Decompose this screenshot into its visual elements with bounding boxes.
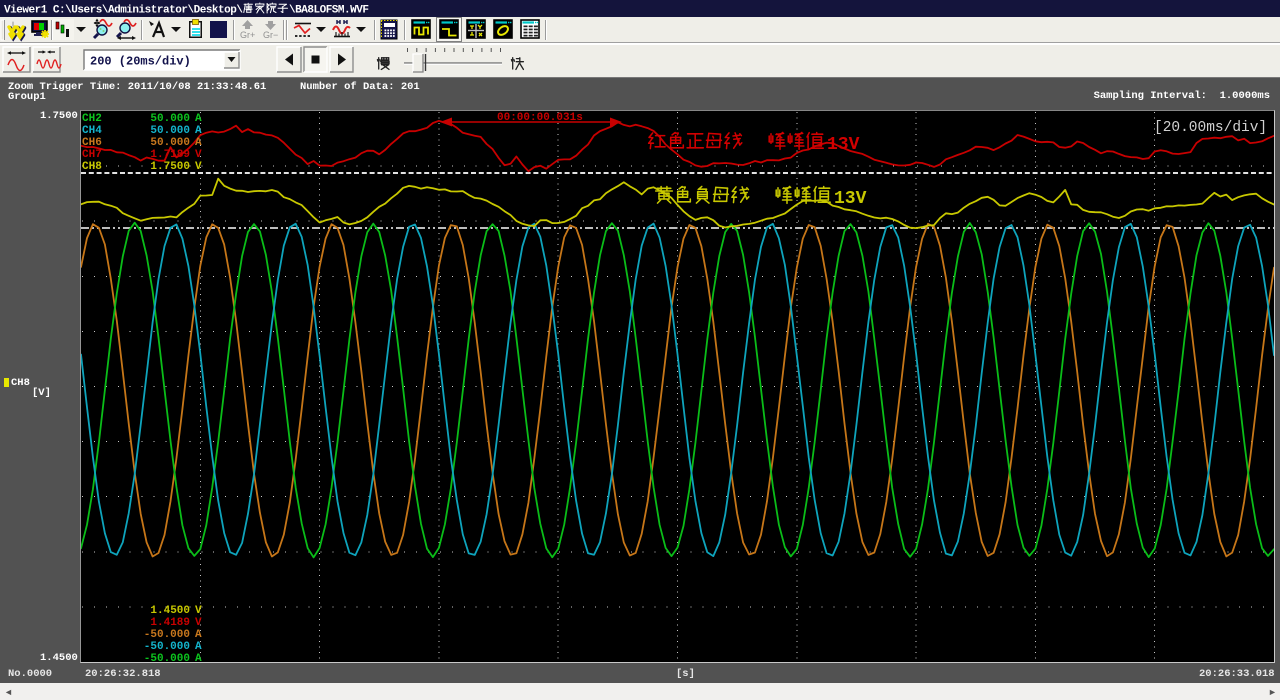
svg-text:A: A [195,113,202,125]
svg-text:-50.000: -50.000 [144,629,190,641]
svg-text:1.4500: 1.4500 [150,605,190,617]
svg-text:V: V [195,617,202,629]
svg-text:13V: 13V [827,135,860,155]
svg-text:50.000: 50.000 [150,137,190,149]
svg-text:Viewer1 C:\Users\Administrator: Viewer1 C:\Users\Administrator\Desktop\ [4,5,243,17]
svg-text:A: A [195,641,202,653]
svg-text:\BA8LOFSM.WVF: \BA8LOFSM.WVF [289,5,369,17]
svg-text:200 (20ms/div): 200 (20ms/div) [90,55,191,69]
svg-text:V: V [195,161,202,173]
svg-text:A: A [195,653,202,662]
svg-text:CH7: CH7 [82,149,102,161]
svg-text:[20.00ms/div]: [20.00ms/div] [1154,120,1267,136]
svg-text:V: V [195,605,202,617]
svg-text:-50.000: -50.000 [144,641,190,653]
svg-text:00:00:00.031s: 00:00:00.031s [497,112,583,124]
svg-text:CH2: CH2 [82,113,102,125]
svg-text:1.7189: 1.7189 [150,149,190,161]
svg-text:CH6: CH6 [82,137,102,149]
svg-text:50.000: 50.000 [150,113,190,125]
svg-text:A: A [195,125,202,137]
svg-text:CH4: CH4 [82,125,102,137]
svg-text:1.4189: 1.4189 [150,617,190,629]
svg-text:A: A [195,137,202,149]
svg-text:-50.000: -50.000 [144,653,190,662]
svg-text:Gr−: Gr− [263,30,278,40]
svg-text:1.7500: 1.7500 [150,161,190,173]
svg-text:V: V [195,149,202,161]
svg-text:50.000: 50.000 [150,125,190,137]
svg-text:Gr+: Gr+ [240,30,255,40]
svg-text:A: A [195,629,202,641]
svg-text:13V: 13V [834,189,867,209]
svg-text:CH8: CH8 [82,161,102,173]
